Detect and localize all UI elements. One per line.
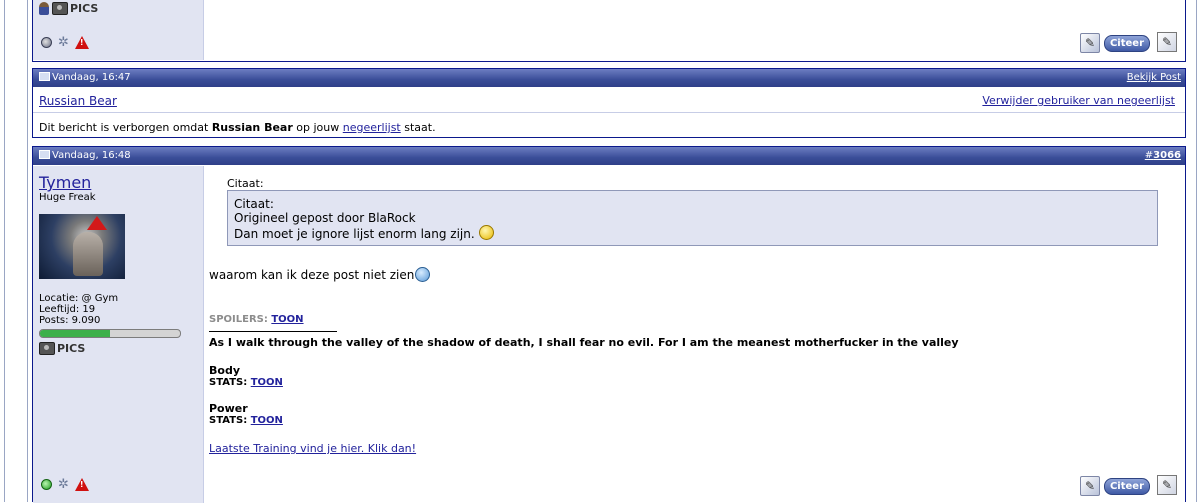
avatar-figure: [73, 232, 103, 276]
power-stats-row: STATS: TOON: [209, 415, 1169, 426]
body-stats-row: STATS: TOON: [209, 377, 1169, 388]
post-icon: [39, 72, 50, 81]
post-date: Vandaag, 16:47: [39, 69, 131, 87]
quote-text-body: Dan moet je ignore lijst enorm lang zijn…: [234, 227, 475, 241]
quote-text: Dan moet je ignore lijst enorm lang zijn…: [234, 225, 1151, 241]
power-stats-toggle-link[interactable]: TOON: [251, 415, 283, 426]
reputation-bar-fill: [40, 330, 110, 337]
hidden-post-message: Dit bericht is verborgen omdat Russian B…: [39, 121, 436, 134]
page-frame-inner: [27, 0, 28, 502]
power-stats-label: STATS:: [209, 415, 248, 426]
offline-status-icon: [41, 37, 52, 48]
remove-from-ignore-link[interactable]: Verwijder gebruiker van negeerlijst: [982, 94, 1175, 107]
hidden-post-userbar: Russian Bear Verwijder gebruiker van neg…: [33, 88, 1185, 113]
post-number: 3066: [1153, 150, 1181, 161]
reputation-icon[interactable]: ✲: [58, 36, 69, 49]
user-stats: Locatie: @ Gym Leeftijd: 19 Posts: 9.090: [39, 293, 118, 326]
quote-button-label: Citeer: [1104, 34, 1150, 52]
post-message-text: waarom kan ik deze post niet zien: [209, 268, 415, 282]
multi-quote-button[interactable]: ✎: [1157, 475, 1177, 495]
ignored-username-link[interactable]: Russian Bear: [39, 94, 117, 108]
hidden-msg-after: staat.: [404, 121, 436, 134]
santa-hat-icon: [87, 216, 107, 230]
view-post-link[interactable]: Bekijk Post: [1127, 69, 1181, 87]
hidden-msg-middle: op jouw: [296, 121, 340, 134]
quote-outer-label: Citaat:: [227, 177, 264, 190]
body-stats-label: STATS:: [209, 377, 248, 388]
quote-button[interactable]: ✎ Citeer: [1080, 476, 1150, 496]
post-header: Vandaag, 16:47 Bekijk Post: [33, 69, 1185, 87]
user-title: Huge Freak: [39, 192, 96, 203]
post-content: Citaat: Citaat: Origineel gepost door Bl…: [209, 166, 1181, 503]
signature-divider: [209, 331, 337, 332]
signature-quote: As I walk through the valley of the shad…: [209, 336, 959, 349]
pics-badge[interactable]: PICS: [39, 342, 85, 355]
quill-icon: ✎: [1080, 33, 1100, 53]
quote-author: Origineel gepost door BlaRock: [234, 211, 416, 225]
camera-icon: [52, 2, 68, 15]
avatar[interactable]: [39, 214, 125, 279]
ignore-list-link[interactable]: negeerlijst: [343, 121, 401, 134]
multi-quote-button[interactable]: ✎: [1157, 32, 1177, 52]
userinfo-panel: Tymen Huge Freak Locatie: @ Gym Leeftijd…: [33, 166, 204, 503]
status-icons: ✲: [41, 478, 89, 491]
spoilers-label: SPOILERS:: [209, 314, 268, 325]
post-header: Vandaag, 16:48 #3066: [33, 147, 1185, 165]
userinfo-panel: PICS ✲: [33, 0, 204, 60]
quote-box: Citaat: Origineel gepost door BlaRock Da…: [227, 190, 1158, 246]
smile-icon: [478, 225, 494, 240]
page-frame-left: [4, 0, 5, 502]
status-icons: ✲: [41, 36, 89, 49]
page-frame-right: [1196, 0, 1197, 502]
training-link[interactable]: Laatste Training vind je hier. Klik dan!: [209, 442, 416, 455]
username-link[interactable]: Tymen: [39, 173, 91, 192]
quote-inner-label: Citaat:: [234, 197, 274, 211]
reputation-icon[interactable]: ✲: [58, 478, 69, 491]
quote-button[interactable]: ✎ Citeer: [1080, 33, 1150, 53]
post-hidden: Vandaag, 16:47 Bekijk Post Russian Bear …: [32, 68, 1186, 138]
post-date: Vandaag, 16:48: [39, 147, 131, 165]
signature: SPOILERS: TOON As I walk through the val…: [209, 314, 1169, 455]
pics-badge[interactable]: PICS: [52, 2, 98, 15]
body-stats-toggle-link[interactable]: TOON: [251, 377, 283, 388]
report-post-icon[interactable]: [74, 36, 89, 49]
online-status-icon: [41, 479, 52, 490]
post-date-text: Vandaag, 16:47: [52, 72, 131, 83]
user-post-count: Posts: 9.090: [39, 315, 101, 326]
post-date-text: Vandaag, 16:48: [52, 150, 131, 161]
post-icon: [39, 150, 50, 159]
post-number-prefix: #: [1144, 150, 1154, 161]
hidden-msg-user: Russian Bear: [211, 121, 293, 134]
hidden-msg-before: Dit bericht is verborgen omdat: [39, 121, 209, 134]
body-title: Body: [209, 364, 240, 377]
camera-icon: [39, 342, 55, 355]
spoilers-row: SPOILERS: TOON: [209, 314, 1169, 325]
user-location: Locatie: @ Gym: [39, 293, 119, 304]
confused-smiley-icon: [415, 267, 431, 282]
post-previous: PICS ✲ ✎ Citeer ✎: [32, 0, 1186, 62]
power-title: Power: [209, 402, 248, 415]
user-age: Leeftijd: 19: [39, 304, 96, 315]
pics-label: PICS: [70, 2, 99, 15]
pics-label: PICS: [57, 342, 86, 355]
quote-button-label: Citeer: [1104, 477, 1150, 495]
reputation-bar: [39, 329, 181, 338]
report-post-icon[interactable]: [74, 478, 89, 491]
spoilers-toggle-link[interactable]: TOON: [271, 314, 303, 325]
post-main: Vandaag, 16:48 #3066 Tymen Huge Freak Lo…: [32, 146, 1186, 503]
quill-icon: ✎: [1080, 476, 1100, 496]
post-message: waarom kan ik deze post niet zien: [209, 267, 431, 282]
user-icon: [39, 2, 49, 15]
post-number-link[interactable]: #3066: [1145, 147, 1181, 165]
